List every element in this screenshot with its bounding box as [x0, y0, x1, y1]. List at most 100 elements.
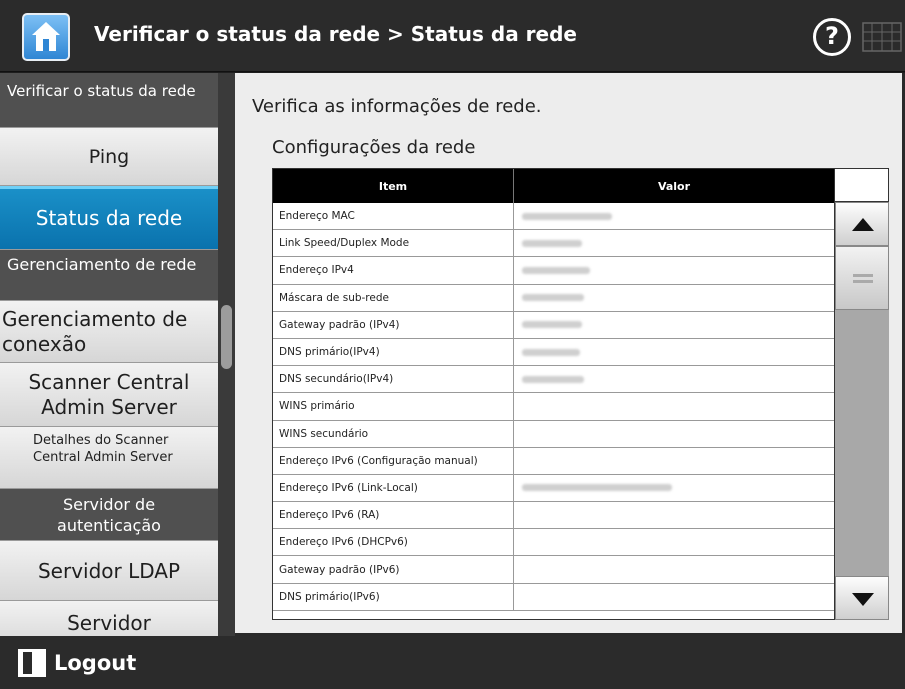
scroll-thumb[interactable] [835, 246, 889, 310]
main-content: Verifica as informações de rede. Configu… [235, 73, 905, 636]
table-row: Link Speed/Duplex Mode [273, 230, 834, 258]
table-row: WINS secundário [273, 420, 834, 448]
column-header-item: Item [273, 169, 514, 203]
table-row: Endereço IPv6 (RA) [273, 502, 834, 530]
table-cell-item: Gateway padrão (IPv4) [273, 311, 514, 338]
home-icon [32, 22, 60, 51]
sidebar-item-servidor[interactable]: Servidor [0, 601, 218, 636]
sidebar-scrollbar[interactable] [221, 305, 232, 369]
table-cell-value [514, 339, 834, 365]
table-row: Endereço IPv6 (Configuração manual) [273, 447, 834, 475]
redacted-value [522, 321, 582, 329]
sidebar-category-servidor-autenticacao: Servidor de autenticação [0, 489, 218, 541]
redacted-value [522, 348, 580, 356]
table-row: DNS primário(IPv6) [273, 583, 834, 611]
help-button[interactable]: ? [813, 18, 851, 56]
table-cell-item: DNS primário(IPv4) [273, 338, 514, 366]
table-cell-item: Endereço IPv4 [273, 257, 514, 284]
table-cell-value [514, 556, 834, 582]
table-cell-value [514, 475, 834, 501]
table-cell-value [514, 366, 834, 392]
sidebar-item-label: Ping [88, 146, 130, 168]
sidebar-item-label: Detalhes do Scanner Central Admin Server [33, 433, 173, 465]
table-row: Gateway padrão (IPv6) [273, 556, 834, 584]
footer-bar: Logout [0, 636, 905, 689]
redacted-value [522, 294, 584, 302]
sidebar-category-verificar-status: Verificar o status da rede [0, 73, 218, 128]
table-cell-value [514, 230, 834, 256]
table-cell-value [514, 312, 834, 338]
table-cell-item: Endereço IPv6 (RA) [273, 502, 514, 529]
table-header: Item Valor [273, 169, 834, 203]
table-row: Endereço IPv4 [273, 257, 834, 285]
sidebar-category-label: Verificar o status da rede [7, 82, 196, 100]
table-cell-value [514, 502, 834, 528]
sidebar-item-gerenciamento-conexao[interactable]: Gerenciamento de conexão [0, 301, 218, 363]
page-title: Verificar o status da rede > Status da r… [94, 22, 577, 46]
table-row: Endereço IPv6 (Link-Local) [273, 474, 834, 503]
logout-label: Logout [54, 651, 137, 675]
section-title: Configurações da rede [272, 137, 476, 158]
table-cell-item: DNS secundário(IPv4) [273, 366, 514, 393]
redacted-value [522, 212, 612, 220]
table-row: Gateway padrão (IPv4) [273, 311, 834, 339]
sidebar-item-label: Servidor [67, 611, 151, 635]
table-cell-value [514, 257, 834, 283]
table-row: DNS primário(IPv4) [273, 338, 834, 367]
sidebar-item-ping[interactable]: Ping [0, 128, 218, 186]
table-cell-item: Máscara de sub-rede [273, 284, 514, 311]
table-row: Endereço IPv6 (DHCPv6) [273, 529, 834, 557]
table-cell-value [514, 448, 834, 474]
header-bar: Verificar o status da rede > Status da r… [0, 0, 905, 72]
redacted-value [522, 239, 582, 247]
table-body: Endereço MAC Link Speed/Duplex Mode Endere… [273, 203, 834, 611]
table-row: Endereço MAC [273, 203, 834, 231]
scroll-up-button[interactable] [835, 202, 889, 246]
sidebar-item-label: Scanner Central Admin Server [28, 370, 190, 419]
keyboard-icon[interactable] [862, 22, 902, 52]
redacted-value [522, 266, 590, 274]
logout-button[interactable]: Logout [18, 649, 136, 677]
table-cell-value [514, 203, 834, 229]
network-settings-table: Item Valor Endereço MAC Link Speed/Duplex… [272, 168, 835, 620]
scroll-header-cell [835, 168, 889, 202]
sidebar-item-servidor-ldap[interactable]: Servidor LDAP [0, 541, 218, 601]
sidebar-category-label: Gerenciamento de rede [7, 255, 197, 274]
table-cell-item: Endereço IPv6 (DHCPv6) [273, 529, 514, 556]
table-cell-value [514, 393, 834, 419]
table-cell-item: Endereço IPv6 (Configuração manual) [273, 447, 514, 474]
table-row: Máscara de sub-rede [273, 284, 834, 312]
table-cell-item: Endereço IPv6 (Link-Local) [273, 474, 514, 502]
table-cell-value [514, 421, 834, 447]
table-cell-item: Gateway padrão (IPv6) [273, 556, 514, 583]
table-cell-item: DNS primário(IPv6) [273, 583, 514, 610]
table-cell-item: Link Speed/Duplex Mode [273, 230, 514, 257]
sidebar-item-scanner-central-admin-server[interactable]: Scanner Central Admin Server [0, 363, 218, 427]
table-cell-item: Endereço MAC [273, 203, 514, 230]
table-cell-value [514, 285, 834, 311]
arrow-up-icon [852, 218, 874, 231]
table-row: DNS secundário(IPv4) [273, 366, 834, 394]
redacted-value [522, 375, 584, 383]
sidebar-category-label: Servidor de autenticação [57, 495, 161, 535]
table-cell-value [514, 529, 834, 555]
table-cell-item: WINS secundário [273, 420, 514, 447]
sidebar-item-label: Status da rede [35, 206, 183, 230]
sidebar-item-label: Gerenciamento de conexão [2, 307, 188, 356]
arrow-down-icon [852, 593, 874, 606]
page-description: Verifica as informações de rede. [252, 96, 542, 117]
table-row: WINS primário [273, 393, 834, 421]
help-icon: ? [825, 22, 839, 50]
logout-icon [18, 649, 46, 677]
sidebar-category-gerenciamento-rede: Gerenciamento de rede [0, 250, 218, 301]
sidebar-item-detalhes-scanner-central[interactable]: Detalhes do Scanner Central Admin Server [0, 427, 218, 489]
sidebar-item-status-da-rede[interactable]: Status da rede [0, 186, 218, 250]
table-cell-item: WINS primário [273, 393, 514, 420]
sidebar-item-label: Servidor LDAP [37, 559, 181, 583]
column-header-valor: Valor [657, 179, 691, 193]
home-button[interactable] [22, 13, 70, 61]
scroll-down-button[interactable] [835, 576, 889, 620]
redacted-value [522, 484, 672, 492]
sidebar-menu: Verificar o status da rede Ping Status d… [0, 73, 235, 636]
table-cell-value [514, 584, 834, 610]
